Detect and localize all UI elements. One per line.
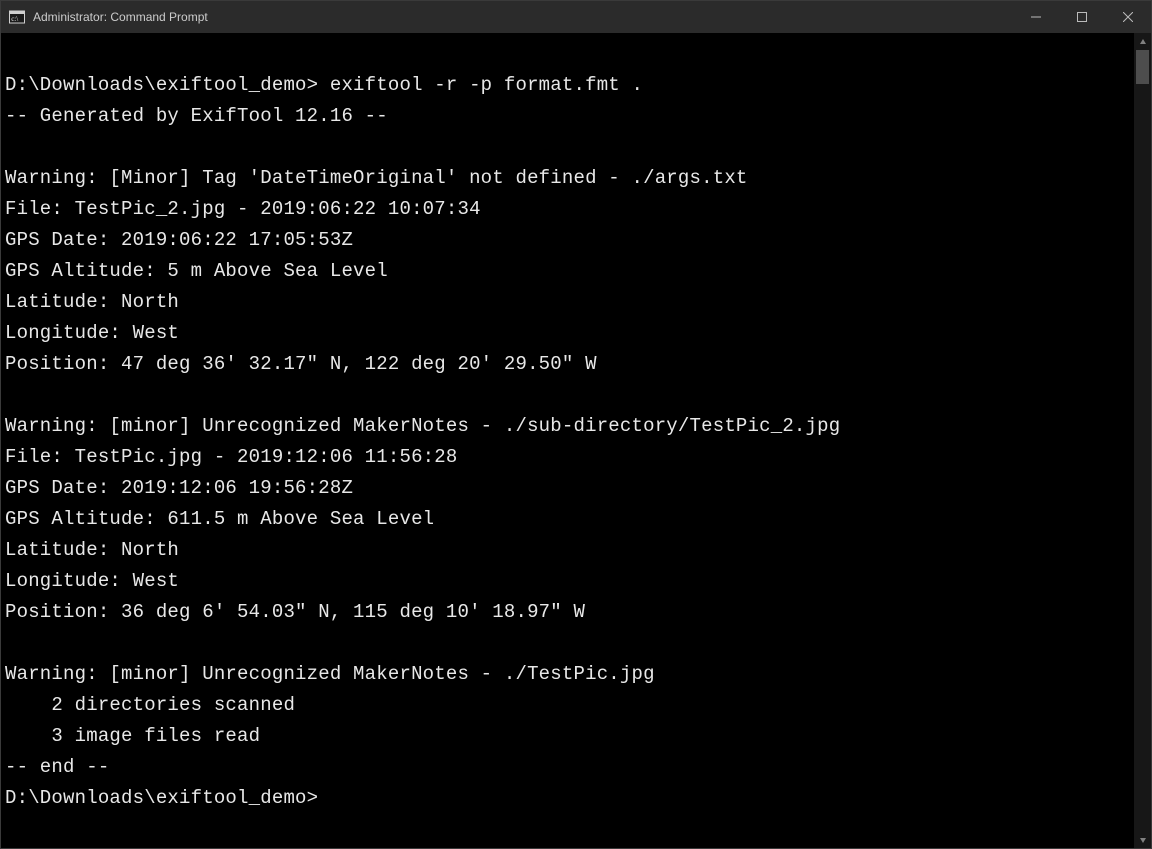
- command-prompt-window: c:\ Administrator: Command Prompt D:\Dow…: [0, 0, 1152, 849]
- blank-line: [5, 39, 1132, 70]
- svg-text:c:\: c:\: [11, 15, 18, 23]
- maximize-button[interactable]: [1059, 1, 1105, 33]
- close-button[interactable]: [1105, 1, 1151, 33]
- prompt: D:\Downloads\exiftool_demo>: [5, 74, 318, 96]
- terminal-content: D:\Downloads\exiftool_demo> exiftool -r …: [5, 39, 1132, 814]
- window-controls: [1013, 1, 1151, 33]
- titlebar[interactable]: c:\ Administrator: Command Prompt: [1, 1, 1151, 33]
- titlebar-left: c:\ Administrator: Command Prompt: [1, 9, 208, 25]
- window-title: Administrator: Command Prompt: [33, 10, 208, 24]
- cmd-icon: c:\: [9, 9, 25, 25]
- scroll-thumb[interactable]: [1136, 50, 1149, 84]
- terminal-wrapper: D:\Downloads\exiftool_demo> exiftool -r …: [1, 33, 1151, 848]
- prompt: D:\Downloads\exiftool_demo>: [5, 787, 318, 809]
- scroll-down-arrow-icon[interactable]: [1134, 831, 1151, 848]
- minimize-button[interactable]: [1013, 1, 1059, 33]
- vertical-scrollbar[interactable]: [1134, 33, 1151, 848]
- output-lines: -- Generated by ExifTool 12.16 -- Warnin…: [5, 101, 1132, 783]
- terminal-output[interactable]: D:\Downloads\exiftool_demo> exiftool -r …: [1, 33, 1134, 848]
- scroll-track[interactable]: [1134, 50, 1151, 831]
- command-input: exiftool -r -p format.fmt .: [318, 74, 643, 96]
- scroll-up-arrow-icon[interactable]: [1134, 33, 1151, 50]
